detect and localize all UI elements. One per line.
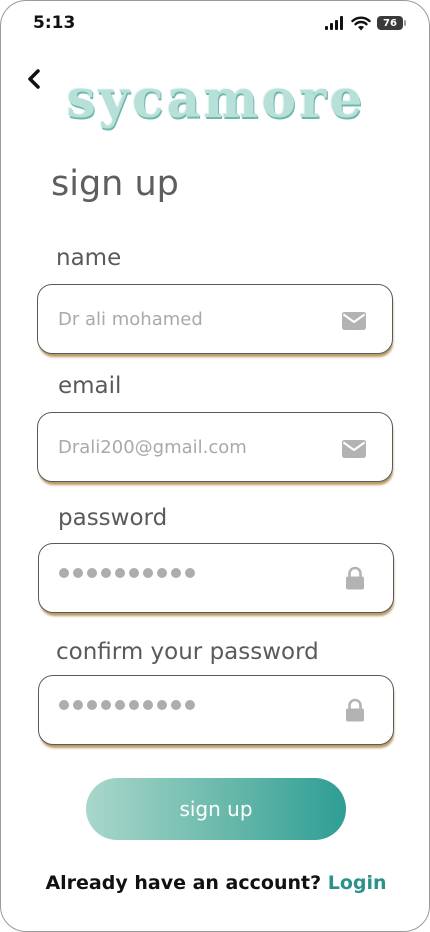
status-time: 5:13	[33, 13, 76, 33]
password-dot	[101, 700, 111, 710]
password-dot	[171, 568, 181, 578]
password-dot	[87, 700, 97, 710]
password-mask	[59, 568, 195, 578]
email-field-value: Drali200@gmail.com	[58, 437, 247, 458]
password-dot	[73, 700, 83, 710]
password-dot	[185, 700, 195, 710]
password-dot	[101, 568, 111, 578]
password-dot	[129, 568, 139, 578]
status-bar: 5:13 76	[1, 1, 429, 45]
cellular-signal-icon	[325, 16, 343, 30]
password-field[interactable]	[38, 543, 394, 613]
name-field[interactable]: Dr ali mohamed	[37, 284, 393, 354]
password-dot	[59, 568, 69, 578]
login-prompt-text: Already have an account?	[45, 872, 322, 894]
password-dot	[185, 568, 195, 578]
email-label: email	[58, 373, 122, 399]
confirm-password-mask	[59, 700, 195, 710]
lock-icon	[346, 698, 364, 722]
password-dot	[157, 568, 167, 578]
password-dot	[115, 700, 125, 710]
password-label: password	[58, 505, 168, 531]
wifi-icon	[351, 16, 371, 30]
password-dot	[143, 700, 153, 710]
name-label: name	[56, 245, 122, 271]
login-prompt: Already have an account? Login	[1, 872, 429, 894]
password-dot	[129, 700, 139, 710]
signup-button[interactable]: sign up	[86, 778, 346, 840]
password-dot	[59, 700, 69, 710]
brand-logo: sycamore	[66, 69, 366, 130]
battery-level: 76	[383, 17, 397, 29]
status-icons: 76	[325, 14, 406, 32]
confirm-password-label: confirm your password	[56, 639, 319, 665]
page-title: sign up	[51, 164, 179, 204]
envelope-icon	[342, 312, 366, 330]
password-dot	[115, 568, 125, 578]
envelope-icon	[342, 440, 366, 458]
password-dot	[171, 700, 181, 710]
confirm-password-field[interactable]	[38, 675, 394, 745]
phone-frame: 5:13 76 sycamore sign up name Dr ali moh…	[0, 0, 430, 932]
password-dot	[87, 568, 97, 578]
signup-button-label: sign up	[179, 797, 253, 821]
battery-indicator: 76	[377, 16, 406, 30]
password-dot	[143, 568, 153, 578]
password-dot	[157, 700, 167, 710]
email-field[interactable]: Drali200@gmail.com	[37, 412, 393, 482]
name-field-value: Dr ali mohamed	[58, 309, 203, 330]
lock-icon	[346, 566, 364, 590]
login-link[interactable]: Login	[328, 872, 387, 894]
password-dot	[73, 568, 83, 578]
